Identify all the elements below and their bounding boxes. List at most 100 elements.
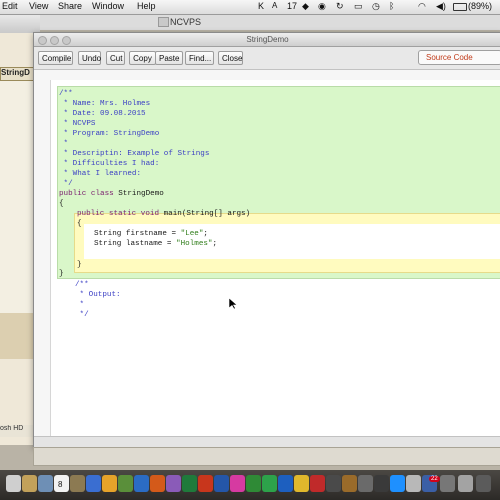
system-preferences-icon[interactable] (358, 475, 373, 492)
app-icon[interactable] (406, 475, 421, 492)
comment-line: /** (59, 90, 73, 98)
lastname-literal: "Holmes" (176, 240, 213, 248)
comment-line: * Descriptin: Example of Strings (59, 150, 210, 158)
finder-icon[interactable] (6, 475, 21, 492)
display-icon[interactable]: ▭ (354, 1, 363, 12)
bluetooth-icon[interactable]: ᛒ (389, 1, 394, 11)
app-store-icon[interactable] (390, 475, 405, 492)
itunes-icon[interactable] (118, 475, 133, 492)
calendar-icon[interactable]: 8 (54, 475, 69, 492)
wifi-icon[interactable]: ◠ (418, 1, 426, 12)
mail-icon[interactable] (38, 475, 53, 492)
class-close-brace: } (59, 270, 64, 278)
find-button[interactable]: Find... (185, 51, 214, 65)
volume-icon[interactable]: ◀) (436, 1, 446, 12)
app-icon[interactable] (230, 475, 245, 492)
mouse-cursor-icon (229, 298, 237, 310)
method-close-brace: } (77, 261, 82, 269)
comment-line: * What I learned: (59, 170, 142, 178)
dropbox-icon[interactable]: ◆ (302, 1, 309, 12)
firstname-declaration: String firstname = (94, 230, 181, 238)
comment-line: * Date: 09.08.2015 (59, 110, 146, 118)
undo-button[interactable]: Undo (78, 51, 101, 65)
class-keyword: public class (59, 190, 114, 198)
terminal-icon[interactable] (326, 475, 341, 492)
app-icon[interactable] (374, 475, 389, 492)
comment-line: */ (59, 180, 73, 188)
safari-icon[interactable] (86, 475, 101, 492)
close-button[interactable]: Close (218, 51, 243, 65)
menu-help[interactable]: Help (137, 1, 156, 11)
comment-line: * Difficulties I had: (59, 160, 160, 168)
lastname-statement: String lastname = "Holmes"; (94, 239, 217, 249)
status-app-badge: 17 (287, 1, 298, 11)
minimize-window-button[interactable] (50, 36, 59, 45)
compile-button[interactable]: Compile (38, 51, 73, 65)
window-titlebar[interactable]: StringDemo (34, 33, 500, 47)
copy-button[interactable]: Copy (129, 51, 156, 65)
view-mode-select-value: Source Code (426, 53, 473, 62)
app-icon[interactable]: 22 (422, 475, 440, 492)
output-comment-line: * (75, 301, 85, 309)
menu-window[interactable]: Window (92, 1, 124, 11)
app-icon[interactable] (166, 475, 181, 492)
view-mode-select[interactable]: Source Code (418, 50, 500, 65)
class-declaration: public class StringDemo (59, 189, 164, 199)
app-icon[interactable] (458, 475, 473, 492)
output-comment-line: */ (75, 311, 89, 319)
window-title: StringDemo (246, 35, 289, 44)
menu-edit[interactable]: Edit (2, 1, 18, 11)
battery-icon[interactable] (453, 3, 467, 11)
code-editor[interactable]: /** * Name: Mrs. Holmes * Date: 09.08.20… (50, 80, 500, 436)
output-comment-line: /** (75, 281, 89, 289)
app-icon[interactable] (278, 475, 293, 492)
comment-line: * (59, 140, 69, 148)
output-comment-line: * Output: (75, 291, 121, 299)
excel-icon[interactable] (182, 475, 197, 492)
menu-share[interactable]: Share (58, 1, 82, 11)
paste-button[interactable]: Paste (155, 51, 183, 65)
dock: 8 22 (0, 470, 500, 500)
address-book-icon[interactable] (22, 475, 37, 492)
app-icon[interactable] (310, 475, 325, 492)
photos-icon[interactable] (102, 475, 117, 492)
folder-icon (158, 17, 169, 27)
record-icon[interactable]: ◉ (318, 1, 326, 12)
method-open-brace: { (77, 220, 82, 228)
app-icon[interactable] (342, 475, 357, 492)
background-window-titlebar[interactable] (0, 15, 40, 33)
method-declaration: public static void main(String[] args) (77, 209, 250, 219)
word-icon[interactable] (214, 475, 229, 492)
app-icon[interactable] (246, 475, 261, 492)
firstname-semicolon: ; (203, 230, 208, 238)
calendar-day: 8 (58, 480, 63, 489)
firstname-literal: "Lee" (180, 230, 204, 238)
menu-view[interactable]: View (29, 1, 48, 11)
toolbar: Compile Undo Cut Copy Paste Find... Clos… (34, 47, 500, 70)
menu-bar: Edit View Share Window Help K A 17 ◆ ◉ ↻… (0, 0, 500, 15)
app-icon[interactable] (294, 475, 309, 492)
firefox-icon[interactable] (150, 475, 165, 492)
firstname-statement: String firstname = "Lee"; (94, 229, 208, 239)
status-k-icon[interactable]: K (258, 1, 264, 11)
time-machine-icon[interactable]: ◷ (372, 1, 380, 12)
message-bar (33, 447, 500, 466)
lastname-declaration: String lastname = (94, 240, 177, 248)
cut-button[interactable]: Cut (106, 51, 125, 65)
app-icon[interactable] (134, 475, 149, 492)
editor-area: /** * Name: Mrs. Holmes * Date: 09.08.20… (34, 70, 500, 436)
zoom-window-button[interactable] (62, 36, 71, 45)
class-open-brace: { (59, 200, 64, 208)
close-window-button[interactable] (38, 36, 47, 45)
trash-icon[interactable] (476, 475, 491, 492)
method-signature: main(String[] args) (159, 210, 251, 218)
sync-icon[interactable]: ↻ (336, 1, 344, 12)
battery-percent: (89%) (468, 1, 493, 11)
google-drive-icon[interactable] (262, 475, 277, 492)
notification-badge: 22 (429, 476, 440, 482)
powerpoint-icon[interactable] (198, 475, 213, 492)
app-icon[interactable] (440, 475, 455, 492)
notes-icon[interactable] (70, 475, 85, 492)
editor-window: StringDemo Compile Undo Cut Copy Paste F… (33, 32, 500, 447)
status-app-icon[interactable]: A (272, 1, 277, 10)
